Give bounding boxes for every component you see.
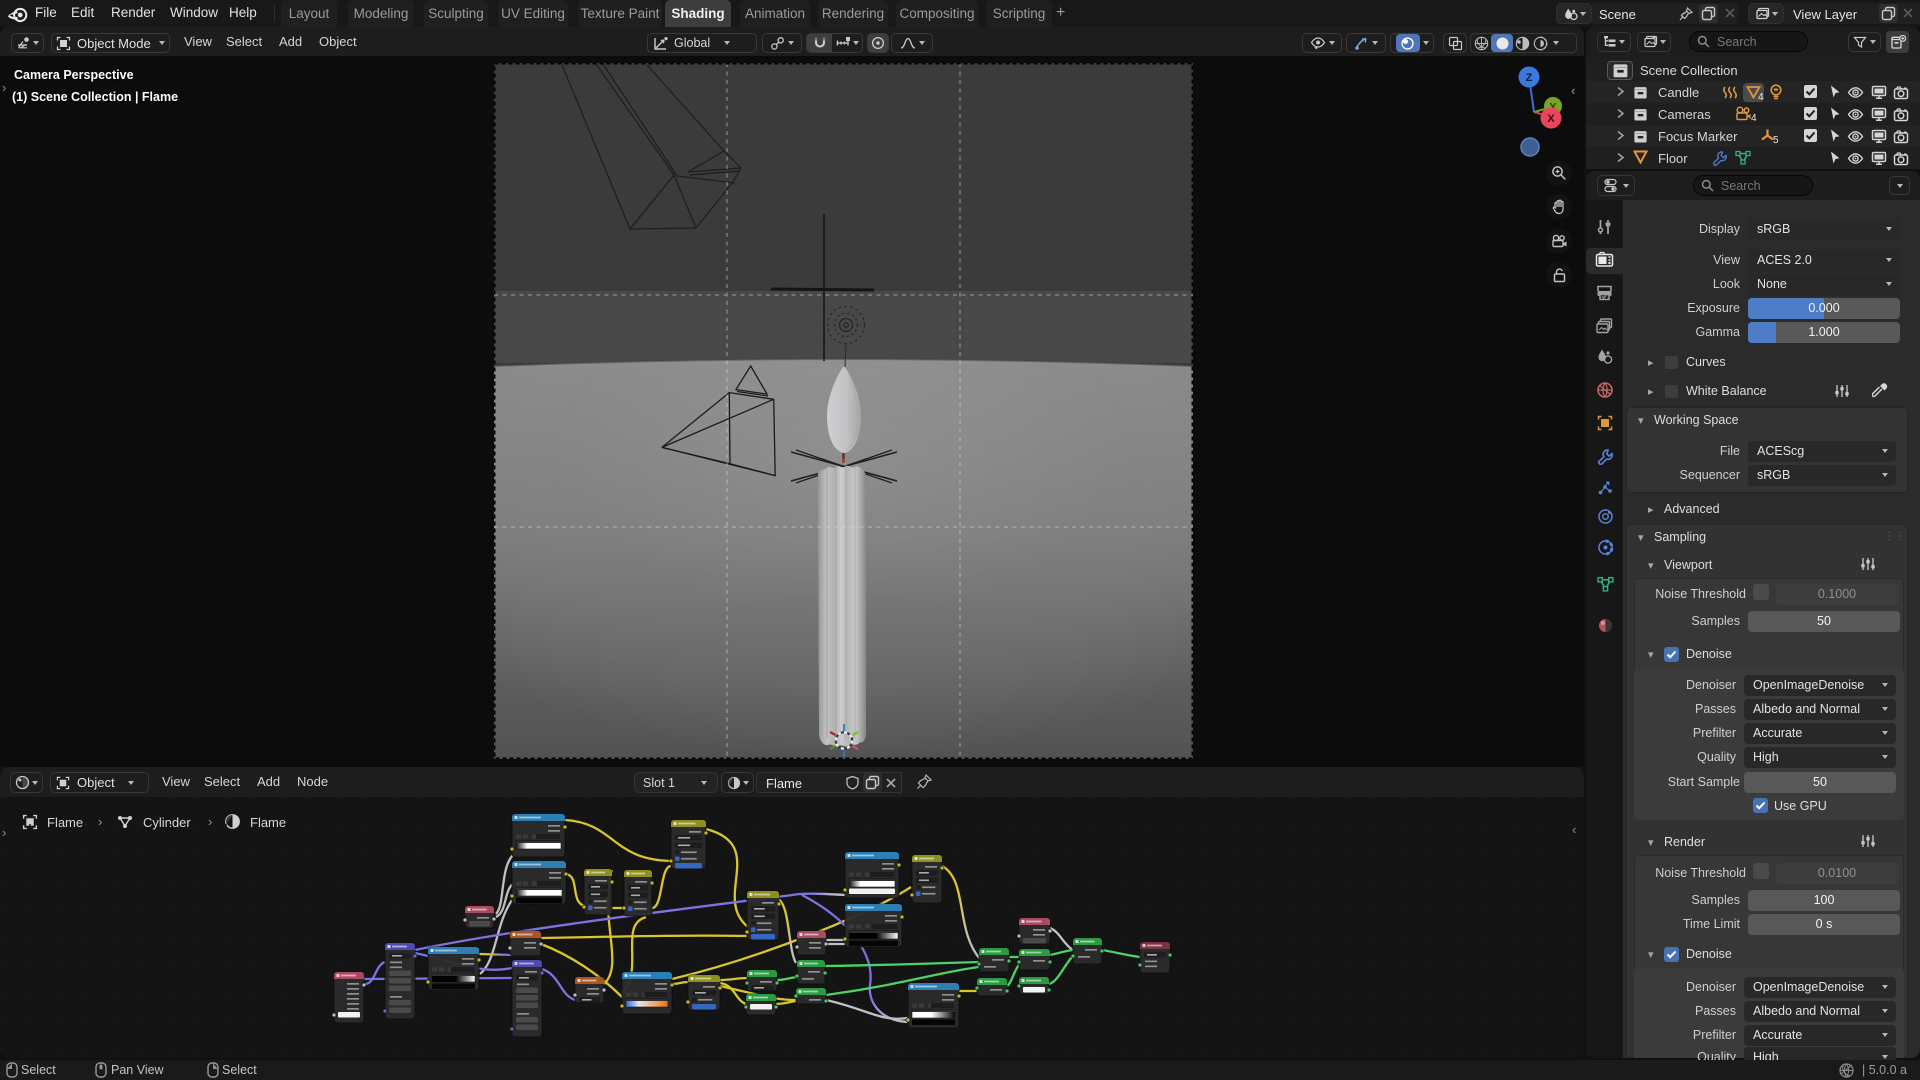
svg-text:X: X bbox=[1547, 113, 1555, 125]
svg-text:Z: Z bbox=[1526, 72, 1533, 84]
